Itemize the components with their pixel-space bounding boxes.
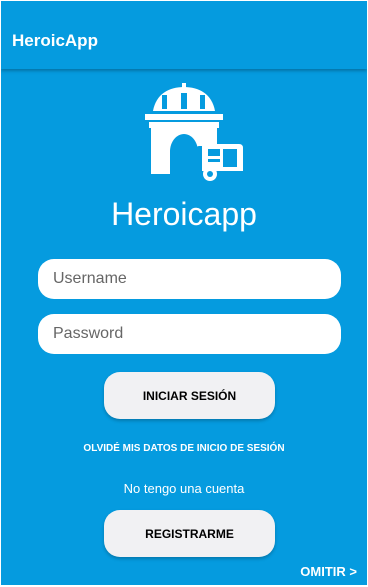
password-input[interactable] — [38, 314, 341, 354]
login-button[interactable]: INICIAR SESIÓN — [104, 372, 275, 419]
skip-link[interactable]: OMITIR > — [300, 564, 357, 580]
register-button[interactable]: REGISTRARME — [104, 510, 275, 557]
app-bar: HeroicApp — [1, 1, 367, 69]
brand-title: Heroicapp — [111, 196, 257, 232]
login-screen: HeroicApp Heroicapp INICIAR SESIÓN OLVID… — [1, 1, 367, 585]
heroicapp-logo-icon — [145, 83, 243, 181]
forgot-credentials-link[interactable]: OLVIDÉ MIS DATOS DE INICIO DE SESIÓN — [1, 443, 367, 455]
no-account-text: No tengo una cuenta — [123, 481, 245, 496]
username-input[interactable] — [38, 259, 341, 299]
app-bar-title: HeroicApp — [12, 31, 98, 50]
